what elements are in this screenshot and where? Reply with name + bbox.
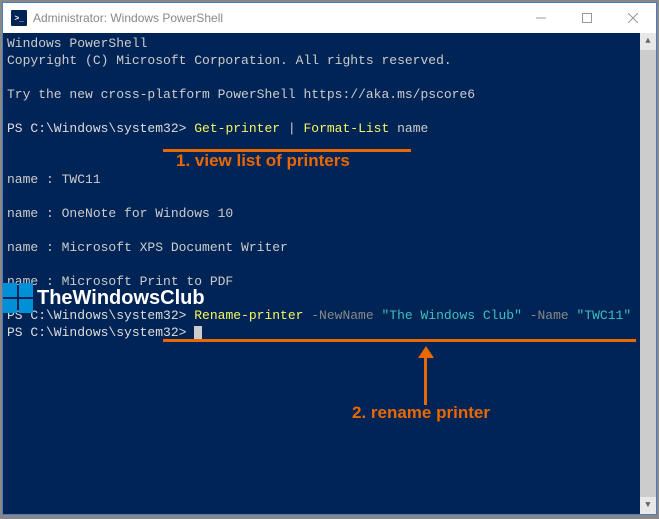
close-button[interactable] (610, 3, 656, 33)
cmd-param: -NewName (303, 308, 381, 323)
annotation-step1: 1. view list of printers (176, 152, 350, 169)
cmd-token: Format-List (303, 121, 389, 136)
cmd-token: Rename-printer (194, 308, 303, 323)
titlebar[interactable]: Administrator: Windows PowerShell (3, 3, 656, 33)
cmd-token: name (389, 121, 428, 136)
minimize-button[interactable] (518, 3, 564, 33)
scroll-down-button[interactable]: ▼ (640, 497, 656, 514)
watermark-logo: TheWindowsClub (3, 283, 205, 313)
scrollbar-track[interactable] (640, 50, 656, 497)
cmd-param: -Name (522, 308, 577, 323)
output-line: name : TWC11 (7, 171, 652, 188)
terminal-blank (7, 103, 652, 120)
terminal-text: Try the new cross-platform PowerShell ht… (7, 86, 652, 103)
terminal-blank (7, 188, 652, 205)
annotation-underline (163, 339, 636, 342)
window-controls (518, 3, 656, 33)
scroll-up-button[interactable]: ▲ (640, 33, 656, 50)
cursor (194, 326, 202, 340)
output-line: name : OneNote for Windows 10 (7, 205, 652, 222)
prompt: PS C:\Windows\system32> (7, 325, 194, 340)
window-title: Administrator: Windows PowerShell (33, 11, 518, 25)
terminal-text: Copyright (C) Microsoft Corporation. All… (7, 52, 652, 69)
annotation-arrow-head (418, 346, 434, 358)
windows-logo-icon (3, 283, 33, 313)
cmd-value: "The Windows Club" (381, 308, 521, 323)
logo-text: TheWindowsClub (37, 290, 205, 307)
terminal-blank (7, 256, 652, 273)
cmd-token: | (280, 121, 303, 136)
annotation-step2: 2. rename printer (352, 404, 490, 421)
maximize-button[interactable] (564, 3, 610, 33)
powershell-icon (11, 10, 27, 26)
scrollbar-thumb[interactable] (640, 50, 656, 497)
terminal-blank (7, 69, 652, 86)
powershell-window: Administrator: Windows PowerShell Window… (2, 2, 657, 515)
prompt: PS C:\Windows\system32> (7, 121, 194, 136)
cmd-value: "TWC11" (577, 308, 632, 323)
annotation-arrow (424, 355, 427, 405)
cmd-token: Get-printer (194, 121, 280, 136)
command-line-1: PS C:\Windows\system32> Get-printer | Fo… (7, 120, 652, 137)
terminal-blank (7, 222, 652, 239)
vertical-scrollbar[interactable]: ▲ ▼ (640, 33, 656, 514)
terminal-text: Windows PowerShell (7, 35, 652, 52)
output-line: name : Microsoft XPS Document Writer (7, 239, 652, 256)
terminal-area[interactable]: Windows PowerShell Copyright (C) Microso… (3, 33, 656, 514)
